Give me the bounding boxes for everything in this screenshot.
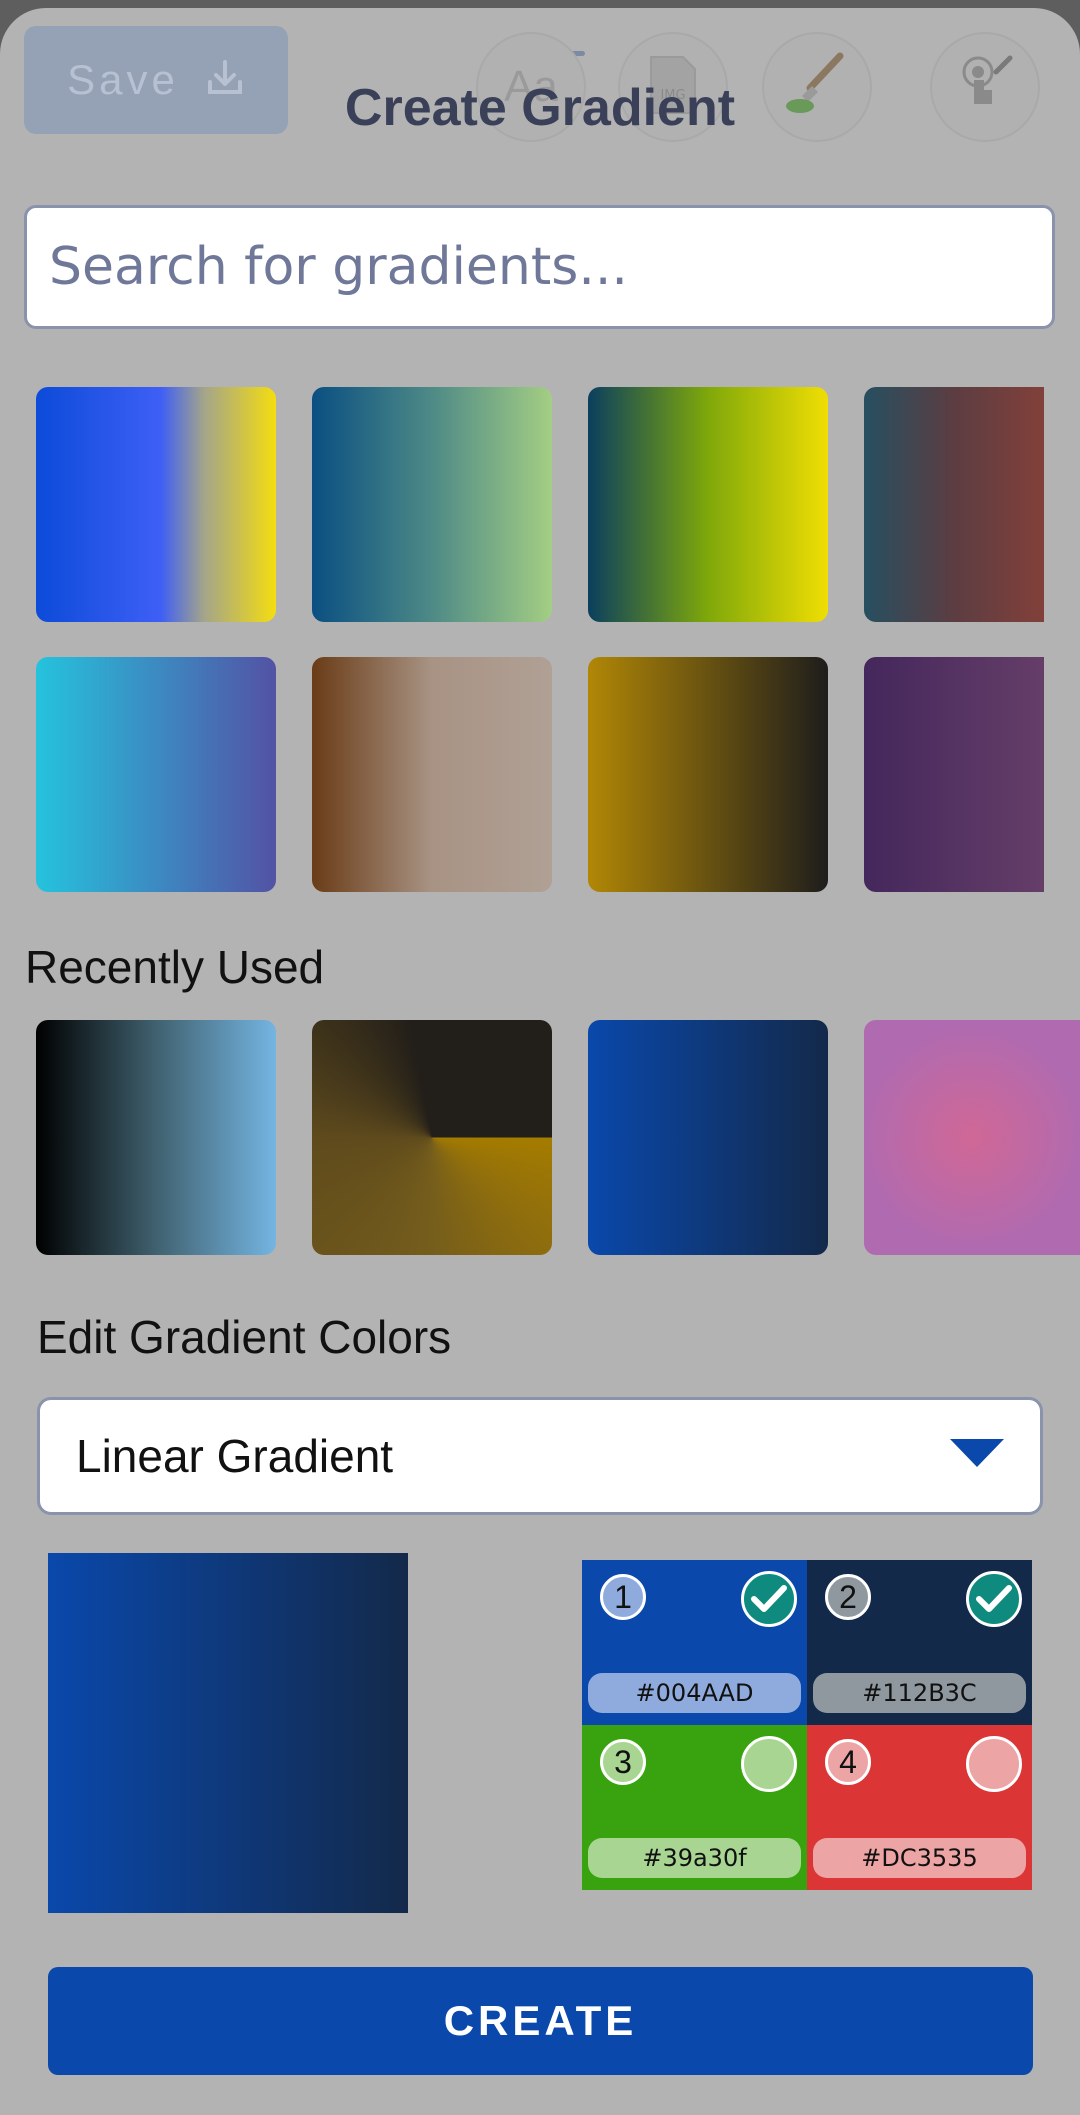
recently-used-heading: Recently Used [25, 941, 325, 993]
gradient-type-value: Linear Gradient [76, 1430, 394, 1482]
color-stop[interactable]: 3 #39a30f [582, 1725, 807, 1890]
search-input[interactable] [24, 205, 1055, 329]
color-stop[interactable]: 2 #112B3C [807, 1560, 1032, 1725]
gradient-swatch[interactable] [588, 387, 828, 622]
recent-gradient-swatch[interactable] [36, 1020, 276, 1255]
checkmark-icon [751, 1585, 787, 1612]
stop-number-badge: 2 [825, 1574, 871, 1620]
stop-hex-value[interactable]: #DC3535 [813, 1838, 1026, 1878]
color-stop[interactable]: 4 #DC3535 [807, 1725, 1032, 1890]
gradient-swatch[interactable] [312, 657, 552, 892]
stop-hex-value[interactable]: #112B3C [813, 1673, 1026, 1713]
stop-number: 3 [614, 1743, 632, 1780]
stop-hex-value[interactable]: #39a30f [588, 1838, 801, 1878]
gradient-swatch[interactable] [36, 657, 276, 892]
gradient-swatch[interactable] [36, 387, 276, 622]
stop-select-toggle[interactable] [741, 1736, 797, 1792]
gradient-swatch[interactable] [864, 387, 1044, 622]
stop-number-badge: 3 [600, 1739, 646, 1785]
recent-gradient-swatch[interactable] [864, 1020, 1080, 1255]
gradient-swatch[interactable] [312, 387, 552, 622]
gradient-swatch[interactable] [864, 657, 1044, 892]
stop-number: 2 [839, 1578, 857, 1615]
stop-select-toggle[interactable] [966, 1736, 1022, 1792]
recent-gradient-swatch[interactable] [312, 1020, 552, 1255]
edit-gradient-heading: Edit Gradient Colors [37, 1311, 452, 1363]
stop-number-badge: 1 [600, 1574, 646, 1620]
color-stop[interactable]: 1 #004AAD [582, 1560, 807, 1725]
recent-gradient-swatch[interactable] [588, 1020, 828, 1255]
stop-hex-value[interactable]: #004AAD [588, 1673, 801, 1713]
gradient-type-dropdown[interactable]: Linear Gradient [37, 1397, 1043, 1515]
create-button[interactable]: CREATE [48, 1967, 1033, 2075]
stop-select-toggle[interactable] [741, 1571, 797, 1627]
gradient-swatch[interactable] [588, 657, 828, 892]
gradient-sheet: Save Aa IMG Create Gradient Recently Use… [0, 8, 1080, 2115]
stop-number: 1 [614, 1578, 632, 1615]
chevron-down-icon [950, 1438, 1004, 1474]
checkmark-icon [976, 1585, 1012, 1612]
stop-number: 4 [839, 1743, 857, 1780]
stop-select-toggle[interactable] [966, 1571, 1022, 1627]
stop-number-badge: 4 [825, 1739, 871, 1785]
gradient-preview [48, 1553, 408, 1913]
page-title: Create Gradient [344, 79, 736, 137]
